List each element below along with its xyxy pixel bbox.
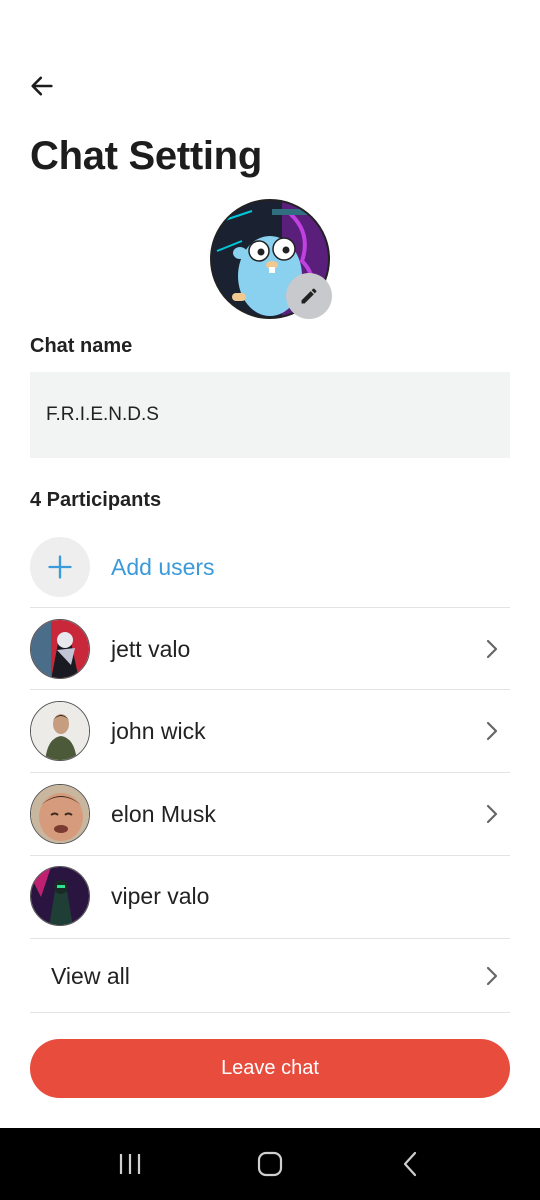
participant-name: jett valo xyxy=(111,635,191,662)
divider xyxy=(30,1012,510,1013)
participant-row[interactable]: jett valo xyxy=(30,619,510,679)
nav-back-button[interactable] xyxy=(380,1134,440,1194)
chevron-right-icon xyxy=(480,719,504,743)
participant-name: viper valo xyxy=(111,882,210,909)
divider xyxy=(30,855,510,856)
add-users-row[interactable]: Add users xyxy=(30,537,510,597)
divider xyxy=(30,938,510,939)
view-all-label: View all xyxy=(51,962,130,989)
avatar xyxy=(30,866,90,926)
back-button[interactable] xyxy=(26,70,58,102)
participant-name: john wick xyxy=(111,717,206,744)
participants-count-label: 4 Participants xyxy=(30,489,162,511)
leave-chat-button[interactable]: Leave chat xyxy=(30,1039,510,1098)
divider xyxy=(30,772,510,773)
chat-name-input[interactable] xyxy=(30,372,510,458)
avatar xyxy=(30,784,90,844)
participant-row[interactable]: viper valo xyxy=(30,866,510,926)
recents-button[interactable] xyxy=(100,1134,160,1194)
pencil-icon xyxy=(301,288,317,304)
chevron-right-icon xyxy=(480,964,504,988)
chat-name-label: Chat name xyxy=(30,335,133,357)
back-icon xyxy=(403,1151,417,1177)
arrow-left-icon xyxy=(31,76,53,96)
avatar xyxy=(30,619,90,679)
group-avatar-container xyxy=(210,199,332,319)
participant-name: elon Musk xyxy=(111,800,216,827)
add-users-label: Add users xyxy=(111,553,215,580)
divider xyxy=(30,689,510,690)
recents-icon xyxy=(119,1154,141,1174)
home-button[interactable] xyxy=(240,1134,300,1194)
add-users-button[interactable] xyxy=(30,537,90,597)
participant-row[interactable]: john wick xyxy=(30,701,510,761)
chevron-right-icon xyxy=(480,637,504,661)
divider xyxy=(30,607,510,608)
plus-icon xyxy=(48,555,72,579)
system-nav-bar xyxy=(0,1128,540,1200)
edit-avatar-button[interactable] xyxy=(286,273,332,319)
participant-row[interactable]: elon Musk xyxy=(30,784,510,844)
view-all-row[interactable]: View all xyxy=(30,946,510,1006)
avatar xyxy=(30,701,90,761)
home-icon xyxy=(257,1151,283,1177)
page-title: Chat Setting xyxy=(30,134,262,178)
chevron-right-icon xyxy=(480,802,504,826)
